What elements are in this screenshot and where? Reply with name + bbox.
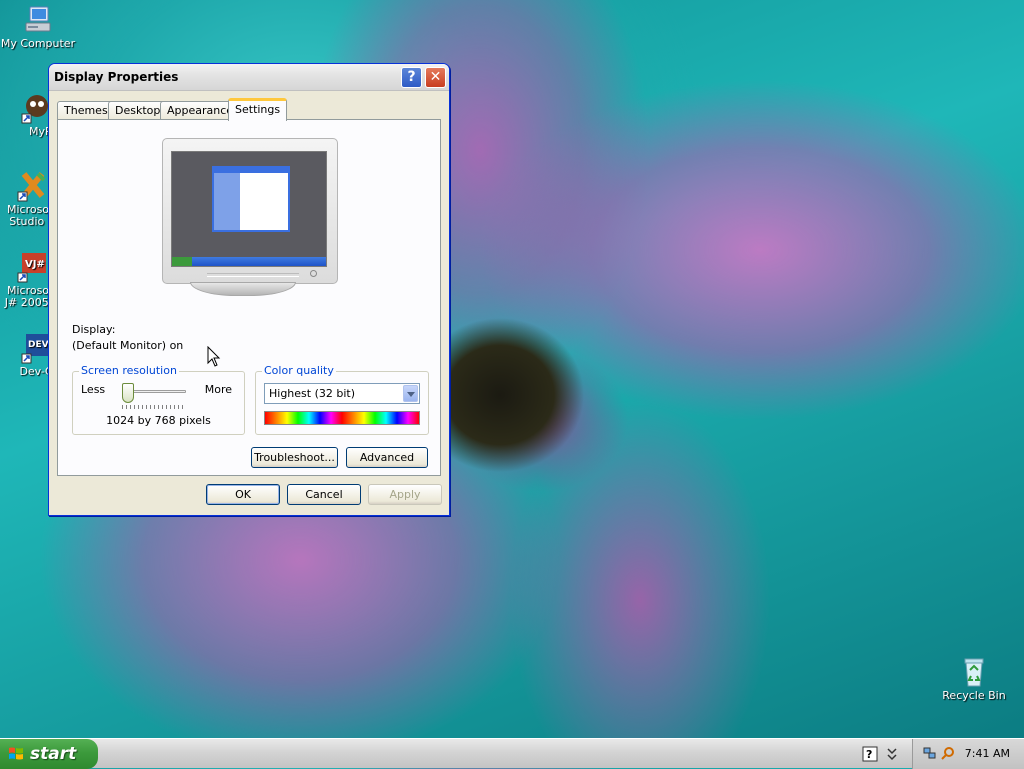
monitor-preview xyxy=(162,138,338,284)
start-label: start xyxy=(30,744,77,764)
chevron-down-icon[interactable] xyxy=(403,385,418,402)
system-tray: 7:41 AM xyxy=(912,739,1024,769)
search-icon[interactable] xyxy=(941,746,955,760)
recycle-bin-icon xyxy=(964,658,984,687)
svg-text:DEV: DEV xyxy=(28,340,49,350)
color-spectrum-bar xyxy=(264,411,420,425)
tab-label: Themes xyxy=(64,104,108,117)
windows-flag-icon xyxy=(9,747,23,760)
display-properties-window: Display Properties ? ✕ Themes Desktop Ap… xyxy=(48,63,450,516)
apply-label: Apply xyxy=(389,488,421,501)
computer-icon xyxy=(25,6,51,32)
resolution-value: 1024 by 768 pixels xyxy=(106,414,211,427)
display-value: (Default Monitor) on xyxy=(72,339,184,352)
tab-label: Settings xyxy=(235,103,281,116)
desktop-icon-my-computer[interactable]: My Computer xyxy=(0,4,76,50)
title-bar[interactable]: Display Properties ? ✕ xyxy=(49,64,449,91)
slider-more-label: More xyxy=(204,383,232,396)
expand-tray-icon[interactable] xyxy=(884,746,900,762)
power-led-icon xyxy=(310,270,317,277)
tab-settings[interactable]: Settings xyxy=(228,98,288,121)
screen-resolution-group: Screen resolution Less More 1024 by 768 … xyxy=(72,364,245,435)
advanced-button[interactable]: Advanced xyxy=(346,447,428,468)
tab-label: Appearance xyxy=(167,104,234,117)
close-button[interactable]: ✕ xyxy=(425,67,446,88)
desktop-icon-label: My Computer xyxy=(0,37,76,50)
preview-start xyxy=(172,257,192,266)
close-icon: ✕ xyxy=(429,69,442,85)
color-quality-select[interactable]: Highest (32 bit) xyxy=(264,383,420,404)
help-notification-icon[interactable]: ? xyxy=(862,746,878,762)
mouse-cursor-icon xyxy=(207,346,221,367)
network-icon[interactable] xyxy=(923,746,937,760)
preview-window xyxy=(212,166,290,232)
clock[interactable]: 7:41 AM xyxy=(965,747,1010,760)
cancel-label: Cancel xyxy=(305,488,343,501)
monitor-stand xyxy=(190,282,296,296)
help-button[interactable]: ? xyxy=(401,67,422,88)
color-quality-group: Color quality Highest (32 bit) xyxy=(255,364,429,435)
settings-panel: Display: (Default Monitor) on Screen res… xyxy=(57,119,441,476)
apply-button[interactable]: Apply xyxy=(368,484,442,505)
help-icon: ? xyxy=(407,69,416,85)
svg-text:?: ? xyxy=(866,748,872,761)
start-button[interactable]: start xyxy=(0,739,98,769)
color-quality-legend: Color quality xyxy=(262,364,336,377)
svg-text:VJ#: VJ# xyxy=(25,259,45,270)
desktop-icon-recycle-bin[interactable]: Recycle Bin xyxy=(936,656,1012,702)
resolution-slider-thumb[interactable] xyxy=(122,383,135,403)
display-label: Display: xyxy=(72,323,116,336)
ok-label: OK xyxy=(235,488,251,501)
monitor-grill xyxy=(207,273,299,277)
window-title: Display Properties xyxy=(54,70,179,84)
preview-taskbar xyxy=(172,257,326,266)
tab-themes[interactable]: Themes xyxy=(57,101,115,120)
visual-studio-icon xyxy=(17,172,46,202)
troubleshoot-label: Troubleshoot... xyxy=(254,451,335,464)
screen-resolution-legend: Screen resolution xyxy=(79,364,179,377)
cancel-button[interactable]: Cancel xyxy=(287,484,361,505)
tab-label: Desktop xyxy=(115,104,161,117)
tab-desktop[interactable]: Desktop xyxy=(108,101,168,120)
taskbar: start ? 7:41 AM xyxy=(0,738,1024,769)
slider-less-label: Less xyxy=(81,383,106,396)
ok-button[interactable]: OK xyxy=(206,484,280,505)
color-quality-selected: Highest (32 bit) xyxy=(269,387,356,400)
resolution-slider-ticks xyxy=(122,405,186,409)
troubleshoot-button[interactable]: Troubleshoot... xyxy=(251,447,338,468)
jsharp-icon: VJ# xyxy=(17,253,46,283)
desktop-icon-label: Recycle Bin xyxy=(942,689,1006,702)
advanced-label: Advanced xyxy=(359,451,415,464)
monitor-screen xyxy=(171,151,327,267)
